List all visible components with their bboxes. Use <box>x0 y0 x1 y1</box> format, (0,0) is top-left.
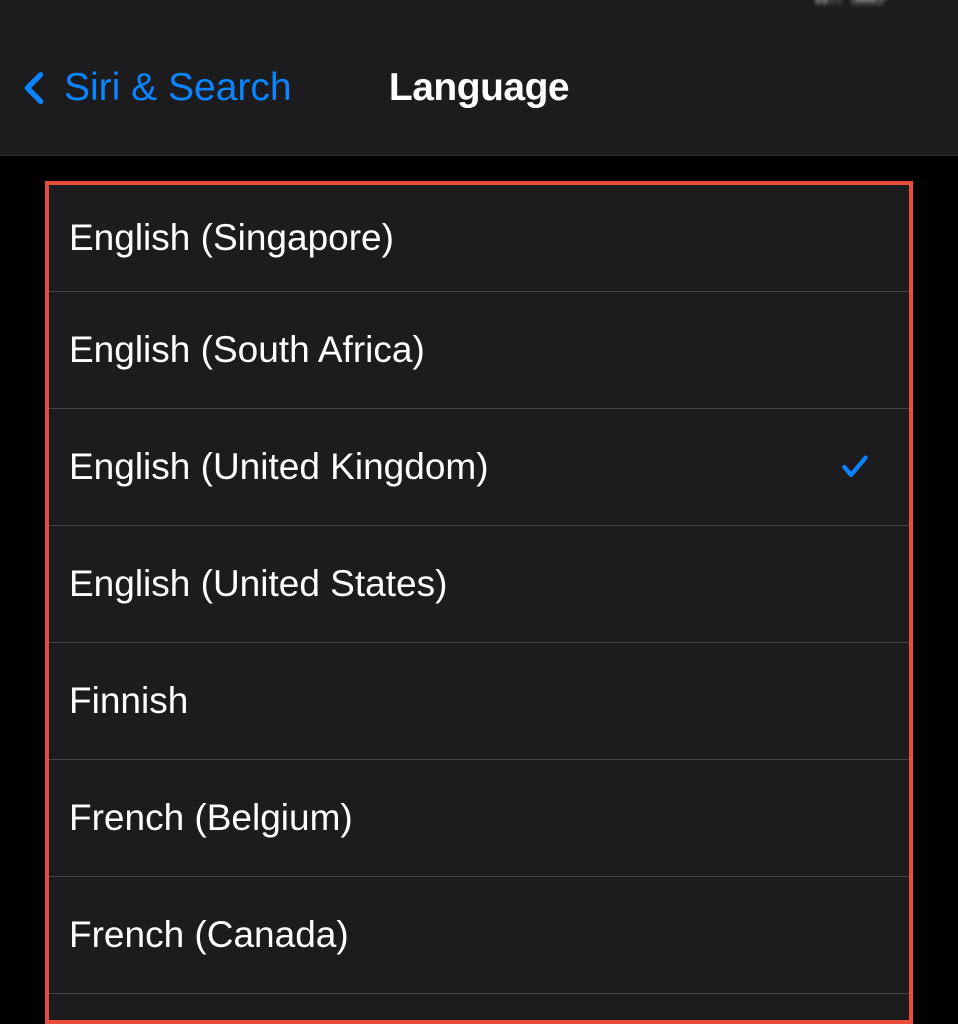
language-row-english-uk[interactable]: English (United Kingdom) <box>49 409 909 526</box>
status-icons <box>816 0 888 4</box>
chevron-left-icon <box>24 70 44 106</box>
back-button[interactable] <box>24 70 44 106</box>
language-row-finnish[interactable]: Finnish <box>49 643 909 760</box>
language-label: French (Belgium) <box>69 797 353 839</box>
checkmark-icon <box>839 451 871 483</box>
language-label: English (United States) <box>69 563 447 605</box>
language-row-french-canada[interactable]: French (Canada) <box>49 877 909 994</box>
status-bar <box>0 0 958 20</box>
battery-icon <box>852 0 888 4</box>
content-area: English (Singapore) English (South Afric… <box>0 156 958 1024</box>
language-row-english-south-africa[interactable]: English (South Africa) <box>49 292 909 409</box>
nav-bar: Siri & Search Language <box>0 20 958 156</box>
language-label: Finnish <box>69 680 188 722</box>
language-label: English (Singapore) <box>69 217 394 259</box>
language-row-english-singapore[interactable]: English (Singapore) <box>49 185 909 292</box>
page-title: Language <box>389 66 569 110</box>
language-row-french-belgium[interactable]: French (Belgium) <box>49 760 909 877</box>
viewport: Siri & Search Language English (Singapor… <box>0 0 958 1024</box>
language-list-highlight: English (Singapore) English (South Afric… <box>45 181 913 1024</box>
back-label[interactable]: Siri & Search <box>64 66 292 110</box>
language-label: English (South Africa) <box>69 329 425 371</box>
language-row-english-us[interactable]: English (United States) <box>49 526 909 643</box>
signal-icon <box>816 0 842 4</box>
language-label: French (Canada) <box>69 914 349 956</box>
language-label: English (United Kingdom) <box>69 446 489 488</box>
